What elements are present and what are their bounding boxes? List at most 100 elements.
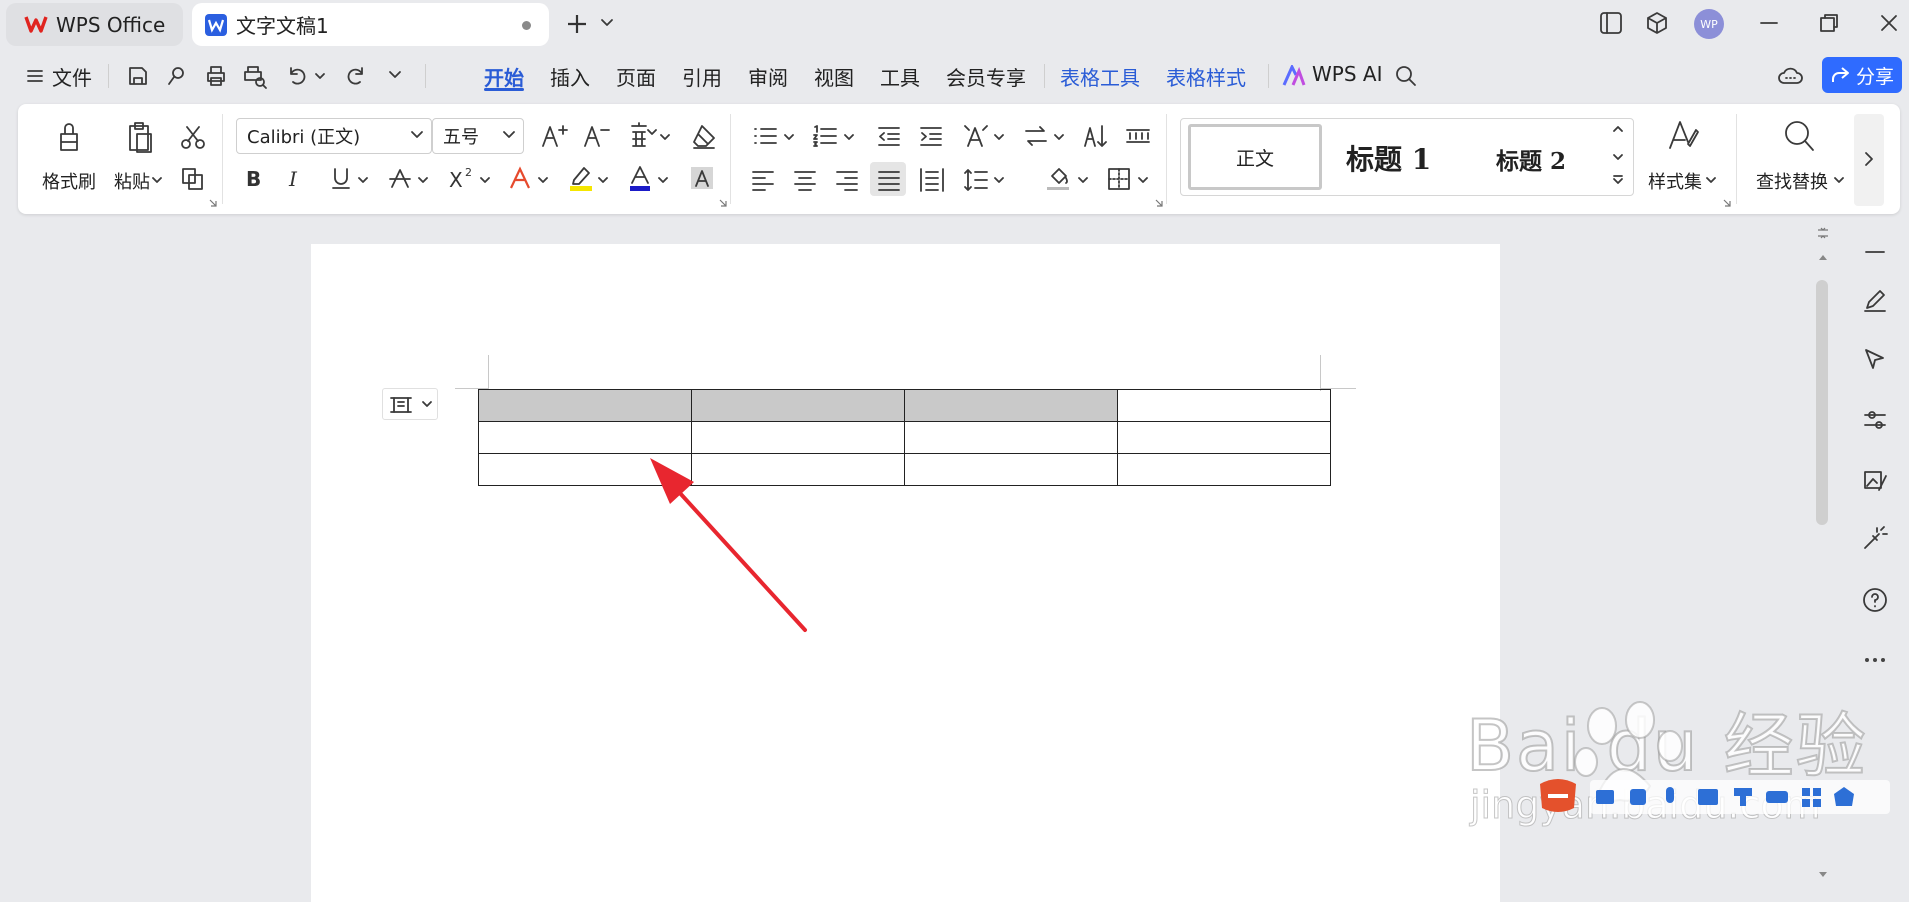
launcher-icon[interactable] [1722,198,1732,208]
table-cell[interactable] [1117,453,1331,486]
tab-references[interactable]: 引用 [682,62,722,91]
chevron-down-icon[interactable] [784,132,794,142]
collapse-panel-icon[interactable] [1861,238,1889,266]
style-heading2[interactable]: 标题 2 [1496,142,1566,176]
style-heading1[interactable]: 标题 1 [1346,138,1431,178]
scroll-up-icon[interactable] [1612,124,1624,134]
chevron-down-icon[interactable] [598,175,608,185]
table-handle[interactable] [382,388,438,420]
clear-format-icon[interactable] [690,122,718,150]
table-cell[interactable] [904,453,1118,486]
reading-mode-icon[interactable] [1598,10,1624,36]
shading-icon[interactable] [1044,164,1072,192]
text-effect-icon[interactable] [508,166,532,190]
launcher-icon[interactable] [208,198,218,208]
save-icon[interactable] [126,64,150,88]
bold-icon[interactable]: B [244,166,264,190]
style-set-icon[interactable] [1666,118,1700,154]
chevron-down-icon[interactable] [502,130,516,140]
format-painter-label[interactable]: 格式刷 [42,168,96,194]
hamburger-icon[interactable] [26,67,44,85]
chevron-down-icon[interactable] [1706,175,1716,185]
cut-icon[interactable] [180,124,206,150]
table-cell[interactable] [904,389,1118,422]
chevron-down-icon[interactable] [1054,132,1064,142]
cube-icon[interactable] [1644,10,1670,36]
chevron-down-icon[interactable] [410,130,424,140]
phonetic-guide-icon[interactable] [628,120,658,150]
document-table[interactable] [478,389,1331,486]
chevron-down-icon[interactable] [600,18,614,28]
chevron-down-icon[interactable] [480,175,490,185]
cloud-icon[interactable] [1776,64,1804,88]
help-icon[interactable] [1861,586,1889,614]
unsaved-dot-icon[interactable] [522,21,531,30]
chevron-down-icon[interactable] [538,175,548,185]
launcher-icon[interactable] [1154,198,1164,208]
adjust-icon[interactable] [1861,406,1889,434]
chevron-down-icon[interactable] [994,175,1004,185]
scroll-down-icon[interactable] [1612,152,1624,162]
table-cell[interactable] [478,389,692,422]
tab-page[interactable]: 页面 [616,62,656,91]
grow-font-icon[interactable] [540,122,568,150]
format-paint-icon[interactable] [164,64,188,88]
tab-view[interactable]: 视图 [814,62,854,91]
chevron-down-icon[interactable] [418,175,428,185]
chevron-down-icon[interactable] [1078,175,1088,185]
align-left-icon[interactable] [750,168,776,192]
find-replace-icon[interactable] [1782,118,1816,154]
restore-icon[interactable] [1816,10,1842,36]
table-cell[interactable] [1117,421,1331,454]
tab-table-style[interactable]: 表格样式 [1166,62,1246,91]
distribute-icon[interactable] [918,166,946,194]
underline-icon[interactable] [330,166,352,190]
table-cell[interactable] [691,389,905,422]
wps-ai-button[interactable]: WPS AI [1312,62,1382,86]
more-icon[interactable] [1861,646,1889,674]
tab-home[interactable]: 开始 [484,62,524,91]
new-tab-icon[interactable] [565,12,589,36]
magic-tools-icon[interactable] [1861,524,1889,552]
chevron-down-icon[interactable] [1138,175,1148,185]
pen-icon[interactable] [1861,286,1889,314]
toolbar-icons[interactable] [1592,784,1888,810]
table-cell[interactable] [904,421,1118,454]
tab-review[interactable]: 审阅 [748,62,788,91]
sort-icon[interactable] [1082,122,1110,150]
chevron-down-icon[interactable] [314,72,326,80]
avatar[interactable]: WP [1694,9,1724,39]
copy-icon[interactable] [180,166,206,192]
text-convert-icon[interactable] [1022,122,1050,150]
tab-insert[interactable]: 插入 [550,62,590,91]
tab-tools[interactable]: 工具 [880,62,920,91]
char-shading-icon[interactable] [690,166,714,190]
sogou-logo-icon[interactable] [1534,774,1582,816]
table-cell[interactable] [1117,389,1331,422]
italic-icon[interactable]: I [286,166,306,190]
font-name-select[interactable]: Calibri (正文) [236,118,432,154]
minimize-icon[interactable] [1756,10,1782,36]
chevron-down-icon[interactable] [152,175,162,185]
chevron-down-icon[interactable] [1834,175,1844,185]
print-preview-icon[interactable] [242,64,268,90]
document-page[interactable] [311,244,1500,902]
chevron-down-icon[interactable] [660,132,670,142]
borders-icon[interactable] [1106,166,1132,192]
launcher-icon[interactable] [718,198,728,208]
table-cell[interactable] [478,421,692,454]
line-spacing-icon[interactable] [962,166,990,194]
paste-label[interactable]: 粘贴 [114,168,150,194]
menu-file[interactable]: 文件 [52,62,92,91]
tab-document[interactable]: 文字文稿1 [192,3,549,46]
share-button[interactable]: 分享 [1822,57,1902,93]
tab-wps-office[interactable]: WPS Office [6,3,183,46]
wps-ai-icon[interactable] [1282,65,1306,87]
scrollbar-thumb[interactable] [1816,280,1828,525]
format-painter-icon[interactable] [52,120,86,154]
bullet-list-icon[interactable] [752,124,778,148]
highlight-icon[interactable] [568,164,594,192]
find-replace-label[interactable]: 查找替换 [1756,168,1828,194]
style-normal[interactable]: 正文 [1188,124,1322,190]
chevron-down-icon[interactable] [658,175,668,185]
